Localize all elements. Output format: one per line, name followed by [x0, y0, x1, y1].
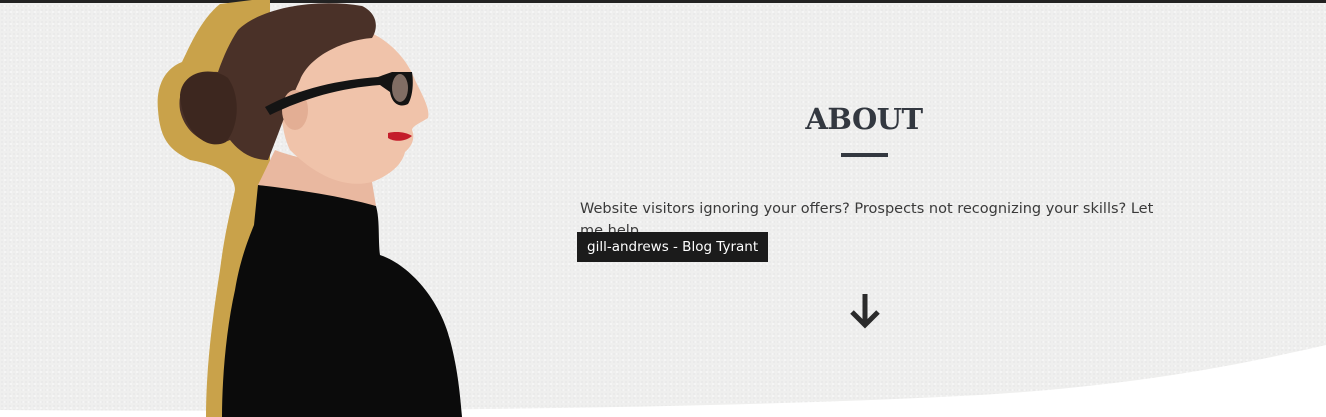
link-tooltip: gill-andrews - Blog Tyrant: [577, 232, 769, 262]
about-description: Website visitors ignoring your offers? P…: [580, 201, 1154, 234]
about-section: ABOUT Website visitors ignoring your off…: [0, 0, 1326, 417]
black-turtleneck: [222, 185, 462, 417]
section-title: ABOUT: [805, 102, 923, 136]
title-underline: [841, 153, 888, 157]
profile-photo: [157, 0, 462, 417]
arrow-down-icon: [850, 294, 880, 329]
glasses-lens: [392, 74, 408, 102]
scroll-down-button[interactable]: [846, 290, 884, 330]
